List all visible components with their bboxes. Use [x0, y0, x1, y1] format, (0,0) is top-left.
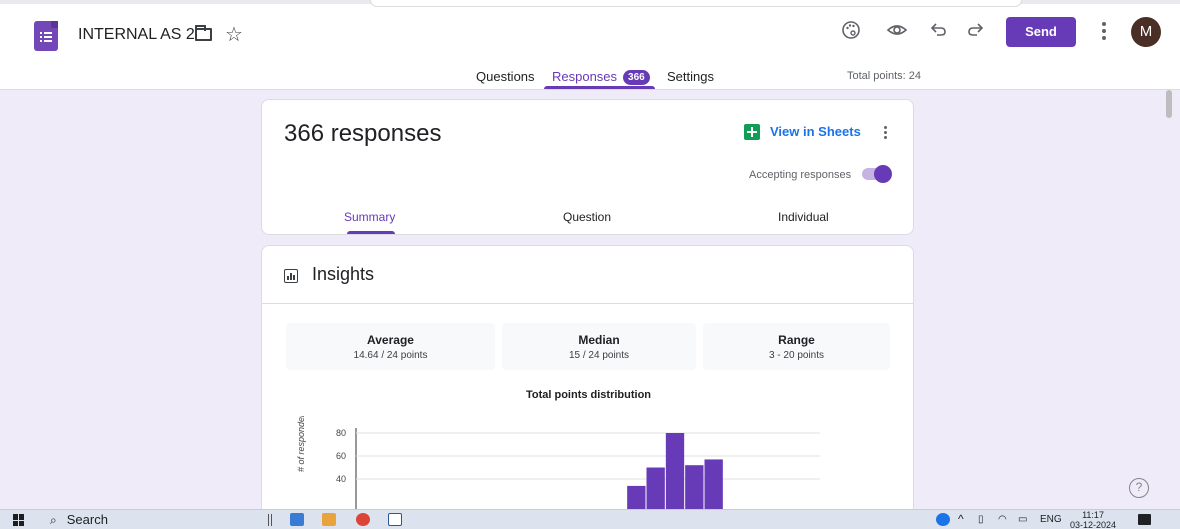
- insights-card: Insights Average 14.64 / 24 points Media…: [261, 245, 914, 516]
- view-in-sheets-link[interactable]: View in Sheets: [770, 124, 861, 139]
- histogram-bar: [704, 459, 723, 516]
- responses-card: 366 responses View in Sheets Accepting r…: [261, 99, 914, 235]
- word-app-icon[interactable]: [388, 513, 402, 526]
- tab-questions[interactable]: Questions: [476, 69, 535, 84]
- taskbar-clock[interactable]: 11:17 03-12-2024: [1070, 510, 1116, 529]
- stat-range-label: Range: [778, 333, 815, 347]
- chart-title: Total points distribution: [525, 389, 652, 401]
- tab-responses-label: Responses: [552, 69, 618, 84]
- tray-expand-icon[interactable]: ^: [958, 512, 964, 526]
- insights-title: Insights: [312, 264, 375, 284]
- stat-average: Average 14.64 / 24 points: [286, 323, 495, 370]
- subtab-summary[interactable]: Summary: [344, 210, 395, 224]
- search-icon: ⌕: [50, 513, 57, 527]
- histogram-bar: [665, 433, 685, 516]
- points-distribution-chart: 40 60 80 # of respondents: [296, 416, 820, 516]
- stat-median-label: Median: [578, 333, 620, 347]
- wifi-icon[interactable]: ◠: [998, 514, 1007, 525]
- undo-icon[interactable]: [927, 20, 951, 44]
- help-icon[interactable]: ?: [1129, 478, 1149, 498]
- clock-time: 11:17: [1082, 510, 1104, 520]
- chrome-icon[interactable]: [356, 513, 370, 526]
- windows-taskbar: ⌕ Search ^ ▯ ◠ ▭ ENG 11:17 03-12-2024: [0, 509, 1180, 529]
- insights-divider: [262, 303, 913, 304]
- stat-median: Median 15 / 24 points: [502, 323, 696, 370]
- tray-status-icon[interactable]: [936, 513, 950, 526]
- tab-settings[interactable]: Settings: [667, 69, 714, 84]
- sheets-icon[interactable]: [744, 124, 760, 140]
- y-tick-label: 60: [336, 451, 346, 461]
- taskbar-search-label: Search: [66, 512, 108, 527]
- preview-eye-icon[interactable]: [885, 20, 909, 44]
- subtab-individual[interactable]: Individual: [778, 210, 829, 224]
- battery-icon[interactable]: ▭: [1018, 514, 1027, 525]
- scrollbar-thumb[interactable]: [1166, 90, 1172, 118]
- send-button[interactable]: Send: [1006, 17, 1076, 47]
- y-tick-label: 40: [336, 474, 346, 484]
- active-tab-indicator: [544, 86, 655, 89]
- insights-chart-icon: [284, 269, 298, 283]
- tab-responses[interactable]: Responses 366: [552, 69, 650, 85]
- language-indicator[interactable]: ENG: [1040, 514, 1062, 525]
- page-scrollbar[interactable]: [1164, 90, 1180, 497]
- app-header: INTERNAL AS 2 ☆ Send M Questions Respons…: [0, 0, 1180, 90]
- stat-range: Range 3 - 20 points: [703, 323, 890, 370]
- toggle-knob[interactable]: [874, 165, 892, 183]
- more-options-icon[interactable]: [1098, 19, 1110, 43]
- forms-logo-icon[interactable]: [34, 21, 58, 51]
- clock-date: 03-12-2024: [1070, 520, 1117, 529]
- redo-icon[interactable]: [963, 20, 987, 44]
- card-more-options-icon[interactable]: [882, 124, 888, 142]
- subtab-question[interactable]: Question: [563, 210, 611, 224]
- taskbar-separator: [268, 514, 272, 526]
- document-title[interactable]: INTERNAL AS 2: [78, 26, 195, 44]
- total-points-label: Total points: 24: [847, 70, 921, 82]
- stat-average-value: 14.64 / 24 points: [353, 350, 428, 361]
- move-to-folder-icon[interactable]: [195, 25, 212, 41]
- file-explorer-icon[interactable]: [322, 513, 336, 526]
- stat-range-value: 3 - 20 points: [768, 350, 825, 361]
- windows-start-icon[interactable]: [13, 514, 25, 526]
- stat-median-value: 15 / 24 points: [568, 350, 630, 361]
- tray-device-icon[interactable]: ▯: [978, 514, 984, 525]
- palette-icon[interactable]: [839, 20, 863, 44]
- responses-count-badge: 366: [623, 70, 650, 85]
- y-tick-label: 80: [336, 428, 346, 438]
- accepting-responses-label: Accepting responses: [749, 169, 852, 181]
- notifications-icon[interactable]: [1138, 514, 1151, 525]
- y-axis-label: # of respondents: [296, 416, 306, 472]
- account-avatar[interactable]: M: [1131, 17, 1161, 47]
- browser-address-edge: [0, 0, 1180, 7]
- desktop-app-icon[interactable]: [290, 513, 304, 526]
- stat-average-label: Average: [367, 333, 414, 347]
- subtab-active-indicator: [347, 231, 395, 234]
- taskbar-search[interactable]: ⌕ Search: [50, 512, 108, 528]
- star-icon[interactable]: ☆: [225, 22, 243, 47]
- responses-count-title: 366 responses: [284, 120, 442, 147]
